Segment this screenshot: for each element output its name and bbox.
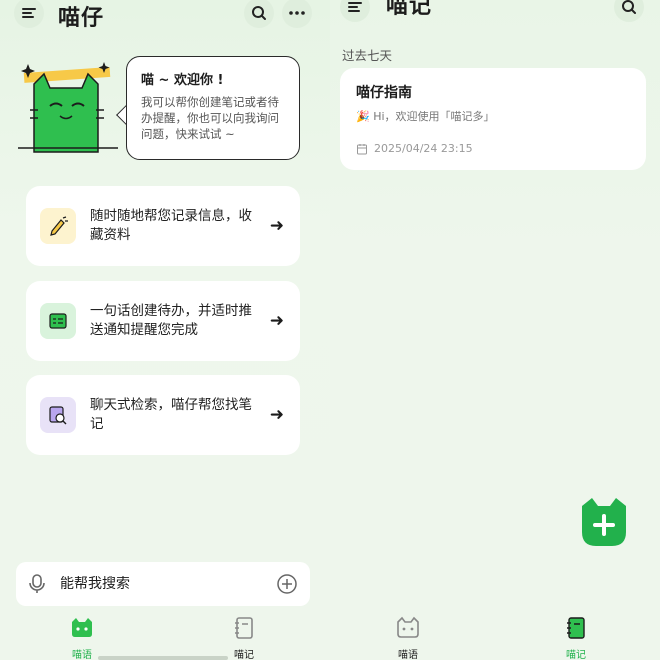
add-note-button[interactable] — [578, 496, 630, 548]
plus-circle-icon[interactable] — [276, 573, 298, 595]
feature-card-record[interactable]: 随时随地帮您记录信息，收藏资料 ➜ — [26, 186, 300, 266]
note-card[interactable]: 喵仔指南 🎉 Hi，欢迎使用「喵记多」 2025/04/24 23:15 — [340, 68, 646, 170]
bottom-tab-bar: 喵语 喵记 — [0, 612, 330, 660]
note-timestamp: 2025/04/24 23:15 — [374, 142, 473, 155]
feature-card-text: 随时随地帮您记录信息，收藏资料 — [90, 208, 252, 243]
welcome-text: 我可以帮你创建笔记或者待办提醒，你也可以向我询问问题，快来试试 ~ — [141, 95, 279, 141]
todo-list-icon — [40, 303, 76, 339]
menu-icon — [22, 8, 36, 18]
notes-screen: 喵记 过去七天 喵仔指南 🎉 Hi，欢迎使用「喵记多」 2025/04/24 2… — [330, 0, 660, 660]
home-indicator — [98, 656, 228, 660]
section-header: 过去七天 — [342, 48, 393, 63]
search-icon — [252, 6, 266, 20]
more-button[interactable] — [282, 0, 312, 28]
menu-button[interactable] — [14, 0, 44, 28]
menu-icon — [348, 2, 362, 12]
notebook-icon — [235, 617, 253, 639]
chat-input[interactable] — [60, 576, 276, 592]
microphone-icon[interactable] — [28, 574, 46, 594]
feature-card-text: 聊天式检索，喵仔帮您找笔记 — [90, 397, 252, 432]
cat-mascot-illustration — [18, 62, 118, 153]
note-title: 喵仔指南 — [356, 85, 412, 101]
feature-card-todo[interactable]: 一句话创建待办，并适时推送通知提醒您完成 ➜ — [26, 281, 300, 361]
pencil-note-icon — [40, 208, 76, 244]
bottom-tab-bar: 喵语 喵记 — [330, 612, 660, 660]
arrow-right-icon: ➜ — [269, 311, 284, 331]
welcome-section: 喵 ~ 欢迎你 ! 我可以帮你创建笔记或者待办提醒，你也可以向我询问问题，快来试… — [16, 56, 306, 164]
calendar-icon — [357, 143, 367, 154]
tab-notes[interactable]: 喵记 — [546, 616, 606, 660]
search-document-icon — [40, 397, 76, 433]
chat-screen: 喵仔 喵 ~ 欢迎你 ! 我可以帮你创建笔记或者待办提醒，你也可以向我询问问题，… — [0, 0, 330, 660]
tab-label: 喵记 — [566, 650, 586, 660]
top-bar: 喵仔 — [0, 0, 330, 36]
note-snippet: 🎉 Hi，欢迎使用「喵记多」 — [356, 110, 495, 123]
arrow-right-icon: ➜ — [269, 405, 284, 425]
notebook-icon — [567, 617, 585, 639]
note-meta: 2025/04/24 23:15 — [356, 142, 630, 155]
welcome-bubble: 喵 ~ 欢迎你 ! 我可以帮你创建笔记或者待办提醒，你也可以向我询问问题，快来试… — [126, 56, 300, 160]
tab-notes[interactable]: 喵记 — [214, 616, 274, 660]
tab-label: 喵语 — [398, 650, 418, 660]
welcome-title: 喵 ~ 欢迎你 ! — [141, 73, 224, 88]
tab-chat[interactable]: 喵语 — [378, 616, 438, 660]
page-title: 喵仔 — [58, 6, 105, 31]
search-button[interactable] — [244, 0, 274, 28]
cat-chat-icon — [397, 616, 419, 638]
page-title: 喵记 — [386, 0, 433, 19]
feature-card-text: 一句话创建待办，并适时推送通知提醒您完成 — [90, 303, 252, 338]
search-button[interactable] — [614, 0, 644, 22]
menu-button[interactable] — [340, 0, 370, 22]
search-icon — [622, 0, 636, 14]
chat-input-bar — [16, 562, 310, 606]
arrow-right-icon: ➜ — [269, 216, 284, 236]
cat-chat-icon — [72, 618, 92, 637]
top-bar: 喵记 — [330, 0, 660, 36]
tab-chat[interactable]: 喵语 — [52, 616, 112, 660]
more-icon — [289, 11, 305, 15]
feature-card-search[interactable]: 聊天式检索，喵仔帮您找笔记 ➜ — [26, 375, 300, 455]
